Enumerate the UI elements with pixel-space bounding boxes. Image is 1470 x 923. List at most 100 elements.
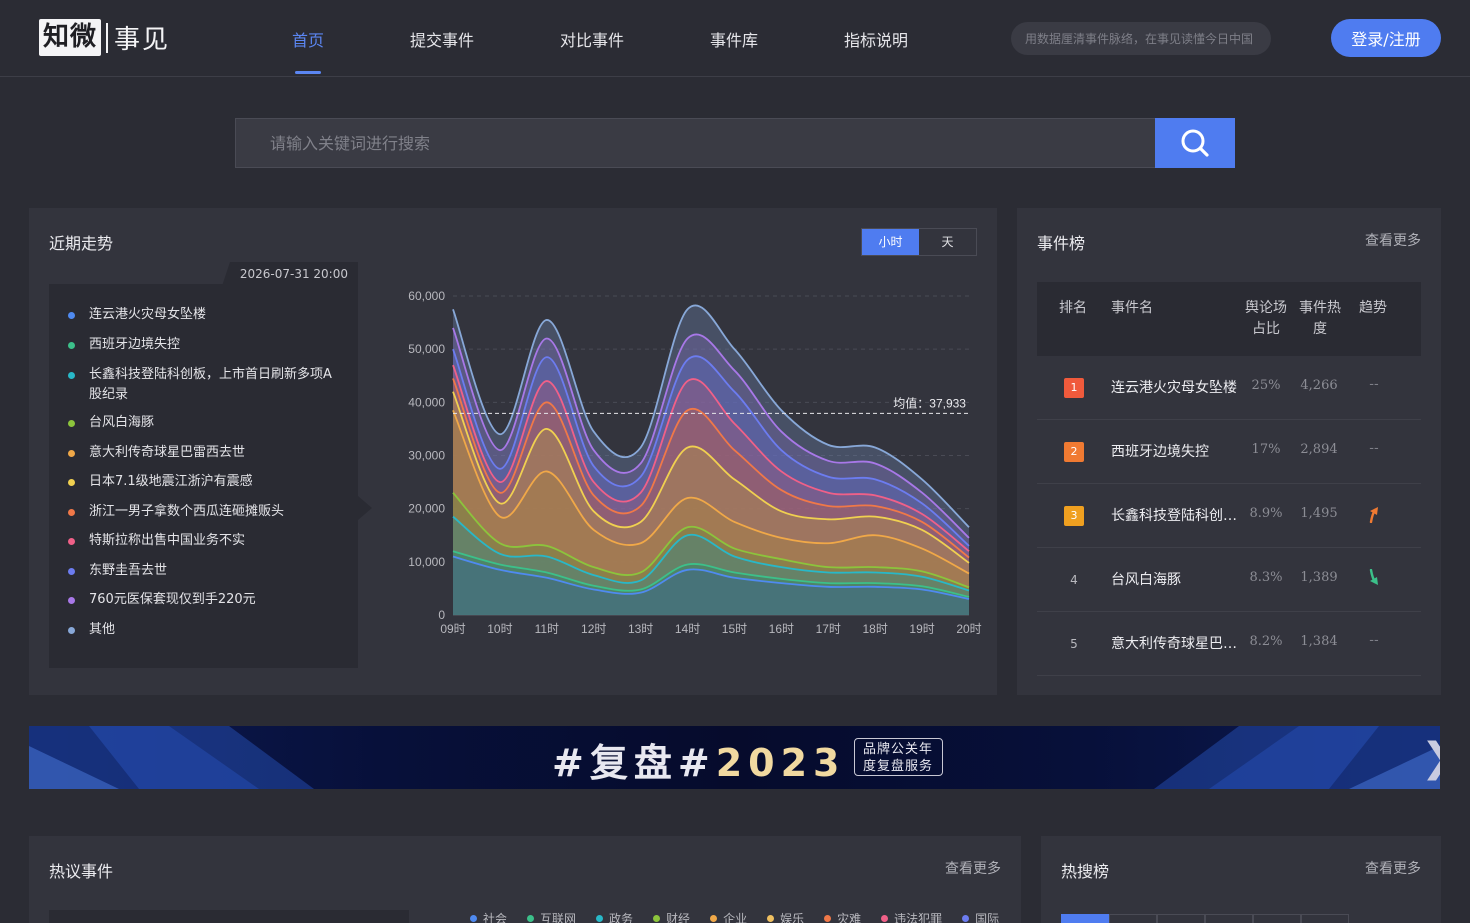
category-item[interactable]: 财经 bbox=[653, 910, 690, 923]
nav-event-library[interactable]: 事件库 bbox=[710, 27, 758, 51]
legend-item[interactable]: 东野圭吾去世 bbox=[68, 561, 343, 581]
legend-label: 意大利传奇球星巴雷西去世 bbox=[89, 445, 246, 460]
category-legend: 社会 互联网 政务 财经 企业 娱乐 灾难 违法犯罪 国际 bbox=[470, 910, 1019, 923]
trend-up-icon bbox=[1357, 505, 1391, 527]
category-item[interactable]: 互联网 bbox=[527, 910, 576, 923]
legend-item[interactable]: 浙江一男子拿数个西瓜连砸摊贩头 bbox=[68, 502, 343, 522]
banner-next-icon[interactable]: ❯ bbox=[1421, 738, 1440, 778]
nav-metrics[interactable]: 指标说明 bbox=[844, 27, 908, 51]
logo-divider bbox=[106, 22, 109, 53]
category-item[interactable]: 灾难 bbox=[824, 910, 861, 923]
col-heat-line1: 事件热 bbox=[1299, 300, 1341, 316]
nav-submit-event[interactable]: 提交事件 bbox=[410, 27, 474, 51]
rank-number: 3 bbox=[1064, 506, 1084, 526]
event-share: 17% bbox=[1251, 442, 1281, 457]
event-name-link[interactable]: 意大利传奇球星巴雷西去世 bbox=[1111, 633, 1241, 653]
promo-banner[interactable]: #复盘#2023 品牌公关年 度复盘服务 ❯ bbox=[29, 726, 1440, 789]
event-name-link[interactable]: 台风白海豚 bbox=[1111, 569, 1241, 589]
category-label: 互联网 bbox=[540, 912, 577, 923]
hot-search-tab[interactable] bbox=[1301, 914, 1349, 923]
category-item[interactable]: 国际 bbox=[962, 910, 999, 923]
banner-hashtag: #复盘# bbox=[552, 741, 716, 785]
legend-label: 760元医保套现仅到手220元 bbox=[89, 592, 256, 607]
hot-search-tab[interactable] bbox=[1157, 914, 1205, 923]
legend-item[interactable]: 特斯拉称出售中国业务不实 bbox=[68, 531, 343, 551]
hot-search-tabs bbox=[1061, 914, 1349, 923]
event-ranking-row[interactable]: 1 连云港火灾母女坠楼 25% 4,266 -- bbox=[1037, 356, 1421, 420]
event-share: 8.9% bbox=[1249, 506, 1283, 521]
rank-number: 1 bbox=[1064, 378, 1084, 398]
hot-search-tab[interactable] bbox=[1205, 914, 1253, 923]
event-ranking-header: 排名 事件名 舆论场 占比 事件热 度 趋势 bbox=[1037, 282, 1421, 356]
event-ranking-row[interactable]: 4 台风白海豚 8.3% 1,389 bbox=[1037, 548, 1421, 612]
rank-number: 2 bbox=[1064, 442, 1084, 462]
hot-events-more-link[interactable]: 查看更多 bbox=[945, 858, 1001, 878]
category-label: 政务 bbox=[609, 912, 634, 923]
x-tick-label: 11时 bbox=[535, 622, 559, 636]
legend-dot-icon bbox=[68, 568, 75, 575]
legend-item[interactable]: 西班牙边境失控 bbox=[68, 335, 343, 355]
legend-pointer bbox=[358, 496, 372, 520]
legend-item[interactable]: 台风白海豚 bbox=[68, 413, 343, 433]
hot-search-tab[interactable] bbox=[1109, 914, 1157, 923]
event-name-link[interactable]: 连云港火灾母女坠楼 bbox=[1111, 377, 1241, 397]
hot-events-list bbox=[49, 910, 409, 923]
toggle-hour[interactable]: 小时 bbox=[862, 229, 919, 255]
logo[interactable]: 知微 事见 bbox=[39, 19, 170, 56]
nav-compare-event[interactable]: 对比事件 bbox=[560, 27, 624, 51]
main-search-input[interactable] bbox=[235, 118, 1155, 168]
trend-down-icon bbox=[1357, 568, 1391, 591]
event-ranking-row[interactable]: 3 长鑫科技登陆科创板，上市首日刷新多项A股纪录 8.9% 1,495 bbox=[1037, 484, 1421, 548]
category-label: 社会 bbox=[483, 912, 508, 923]
legend-item[interactable]: 长鑫科技登陆科创板，上市首日刷新多项A股纪录 bbox=[68, 365, 343, 405]
category-label: 违法犯罪 bbox=[894, 912, 943, 923]
event-name-link[interactable]: 长鑫科技登陆科创板，上市首日刷新多项A股纪录 bbox=[1111, 505, 1241, 525]
login-register-button[interactable]: 登录/注册 bbox=[1331, 19, 1441, 57]
event-ranking-row[interactable]: 2 西班牙边境失控 17% 2,894 -- bbox=[1037, 420, 1421, 484]
legend-label: 日本7.1级地震江浙沪有震感 bbox=[89, 474, 253, 489]
banner-tag-line1: 品牌公关年 bbox=[863, 742, 934, 757]
legend-item[interactable]: 意大利传奇球星巴雷西去世 bbox=[68, 443, 343, 463]
category-dot-icon bbox=[653, 915, 661, 922]
category-item[interactable]: 违法犯罪 bbox=[881, 910, 942, 923]
event-ranking-more-link[interactable]: 查看更多 bbox=[1365, 230, 1421, 250]
legend-item[interactable]: 760元医保套现仅到手220元 bbox=[68, 590, 343, 610]
search-icon bbox=[1181, 129, 1209, 157]
legend-item[interactable]: 其他 bbox=[68, 620, 343, 640]
hot-search-more-link[interactable]: 查看更多 bbox=[1365, 858, 1421, 878]
x-tick-label: 15时 bbox=[722, 622, 747, 636]
y-tick-label: 40,000 bbox=[408, 395, 445, 409]
legend-timestamp: 2026-07-31 20:00 bbox=[222, 262, 358, 286]
event-heat: 2,894 bbox=[1300, 442, 1338, 457]
legend-item[interactable]: 连云港火灾母女坠楼 bbox=[68, 305, 343, 325]
x-tick-label: 17时 bbox=[816, 622, 841, 636]
x-tick-label: 10时 bbox=[487, 622, 512, 636]
category-label: 娱乐 bbox=[780, 912, 805, 923]
category-dot-icon bbox=[470, 915, 477, 922]
legend-label: 连云港火灾母女坠楼 bbox=[89, 307, 207, 322]
y-tick-label: 50,000 bbox=[408, 342, 445, 356]
hot-search-tab[interactable] bbox=[1061, 914, 1109, 923]
category-item[interactable]: 政务 bbox=[596, 910, 633, 923]
category-item[interactable]: 企业 bbox=[710, 910, 747, 923]
legend-dot-icon bbox=[68, 450, 75, 457]
event-heat: 4,266 bbox=[1300, 378, 1338, 393]
main-search-button[interactable] bbox=[1155, 118, 1235, 168]
nav-home[interactable]: 首页 bbox=[292, 27, 324, 51]
legend-dot-icon bbox=[68, 538, 75, 545]
hot-search-tab[interactable] bbox=[1253, 914, 1301, 923]
trend-title: 近期走势 bbox=[49, 234, 114, 253]
y-tick-label: 30,000 bbox=[408, 449, 445, 463]
y-tick-label: 60,000 bbox=[408, 289, 445, 303]
legend-item[interactable]: 日本7.1级地震江浙沪有震感 bbox=[68, 472, 343, 492]
event-ranking-row[interactable]: 5 意大利传奇球星巴雷西去世 8.2% 1,384 -- bbox=[1037, 612, 1421, 676]
category-dot-icon bbox=[824, 915, 832, 922]
category-item[interactable]: 社会 bbox=[470, 910, 507, 923]
toggle-day[interactable]: 天 bbox=[919, 229, 976, 255]
x-tick-label: 13时 bbox=[628, 622, 653, 636]
logo-mark: 知微 bbox=[39, 19, 102, 56]
category-item[interactable]: 娱乐 bbox=[767, 910, 804, 923]
col-trend: 趋势 bbox=[1359, 300, 1387, 316]
event-name-link[interactable]: 西班牙边境失控 bbox=[1111, 441, 1241, 461]
header-search-input[interactable] bbox=[1011, 22, 1271, 55]
